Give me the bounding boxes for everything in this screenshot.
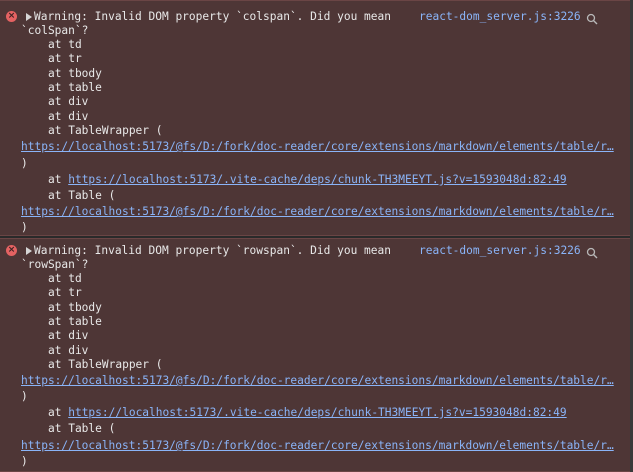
search-icon[interactable] — [586, 247, 598, 259]
stack-frame: at tbody — [48, 301, 102, 314]
source-link[interactable]: react-dom_server.js:3226 — [419, 244, 581, 258]
source-link[interactable]: react-dom_server.js:3226 — [419, 10, 581, 24]
warning-message-continued: `rowSpan`? — [21, 258, 89, 271]
stack-frame: at Table ( — [48, 422, 116, 435]
stack-url-link[interactable]: https://localhost:5173/@fs/D:/fork/doc-r… — [21, 140, 614, 154]
chunk-url-link[interactable]: https://localhost:5173/.vite-cache/deps/… — [68, 173, 566, 186]
stack-frame: at TableWrapper ( — [48, 358, 163, 371]
stack-frame: at Table ( — [48, 189, 116, 202]
stack-frame-prefix: at — [48, 406, 69, 419]
stack-frame: at div — [48, 110, 89, 123]
stack-frame: at table — [48, 81, 102, 94]
stack-frame-close: ) — [21, 390, 28, 403]
stack-url-link[interactable]: https://localhost:5173/@fs/D:/fork/doc-r… — [21, 205, 614, 219]
stack-frame: at td — [48, 272, 82, 285]
stack-frame: at tbody — [48, 67, 102, 80]
console-warning-entry: × Warning: Invalid DOM property `colspan… — [0, 0, 630, 236]
search-icon[interactable] — [586, 13, 598, 25]
stack-frame-close: ) — [21, 221, 28, 234]
stack-frame-chunk: at https://localhost:5173/.vite-cache/de… — [48, 173, 567, 187]
stack-frame-close: ) — [21, 157, 28, 170]
warning-message-continued: `colSpan`? — [21, 24, 89, 37]
warning-message: Warning: Invalid DOM property `rowspan`.… — [34, 244, 391, 257]
stack-frame-prefix: at — [48, 173, 69, 186]
stack-frame: at div — [48, 344, 89, 357]
warning-message: Warning: Invalid DOM property `colspan`.… — [34, 10, 391, 23]
console-warning-entry: × Warning: Invalid DOM property `rowspan… — [0, 238, 630, 472]
stack-frame: at table — [48, 315, 102, 328]
stack-url-link[interactable]: https://localhost:5173/@fs/D:/fork/doc-r… — [21, 439, 614, 453]
stack-frame-chunk: at https://localhost:5173/.vite-cache/de… — [48, 406, 567, 420]
stack-frame: at div — [48, 95, 89, 108]
stack-frame: at TableWrapper ( — [48, 124, 163, 137]
stack-frame: at tr — [48, 52, 82, 65]
expand-caret-icon[interactable] — [26, 13, 32, 21]
chunk-url-link[interactable]: https://localhost:5173/.vite-cache/deps/… — [68, 406, 566, 419]
stack-frame: at div — [48, 329, 89, 342]
error-icon: × — [6, 11, 17, 22]
stack-url-link[interactable]: https://localhost:5173/@fs/D:/fork/doc-r… — [21, 374, 614, 388]
stack-frame-close: ) — [21, 455, 28, 468]
expand-caret-icon[interactable] — [26, 247, 32, 255]
stack-frame: at tr — [48, 286, 82, 299]
stack-frame: at td — [48, 38, 82, 51]
console-panel: × Warning: Invalid DOM property `colspan… — [0, 0, 633, 472]
error-icon: × — [6, 245, 17, 256]
